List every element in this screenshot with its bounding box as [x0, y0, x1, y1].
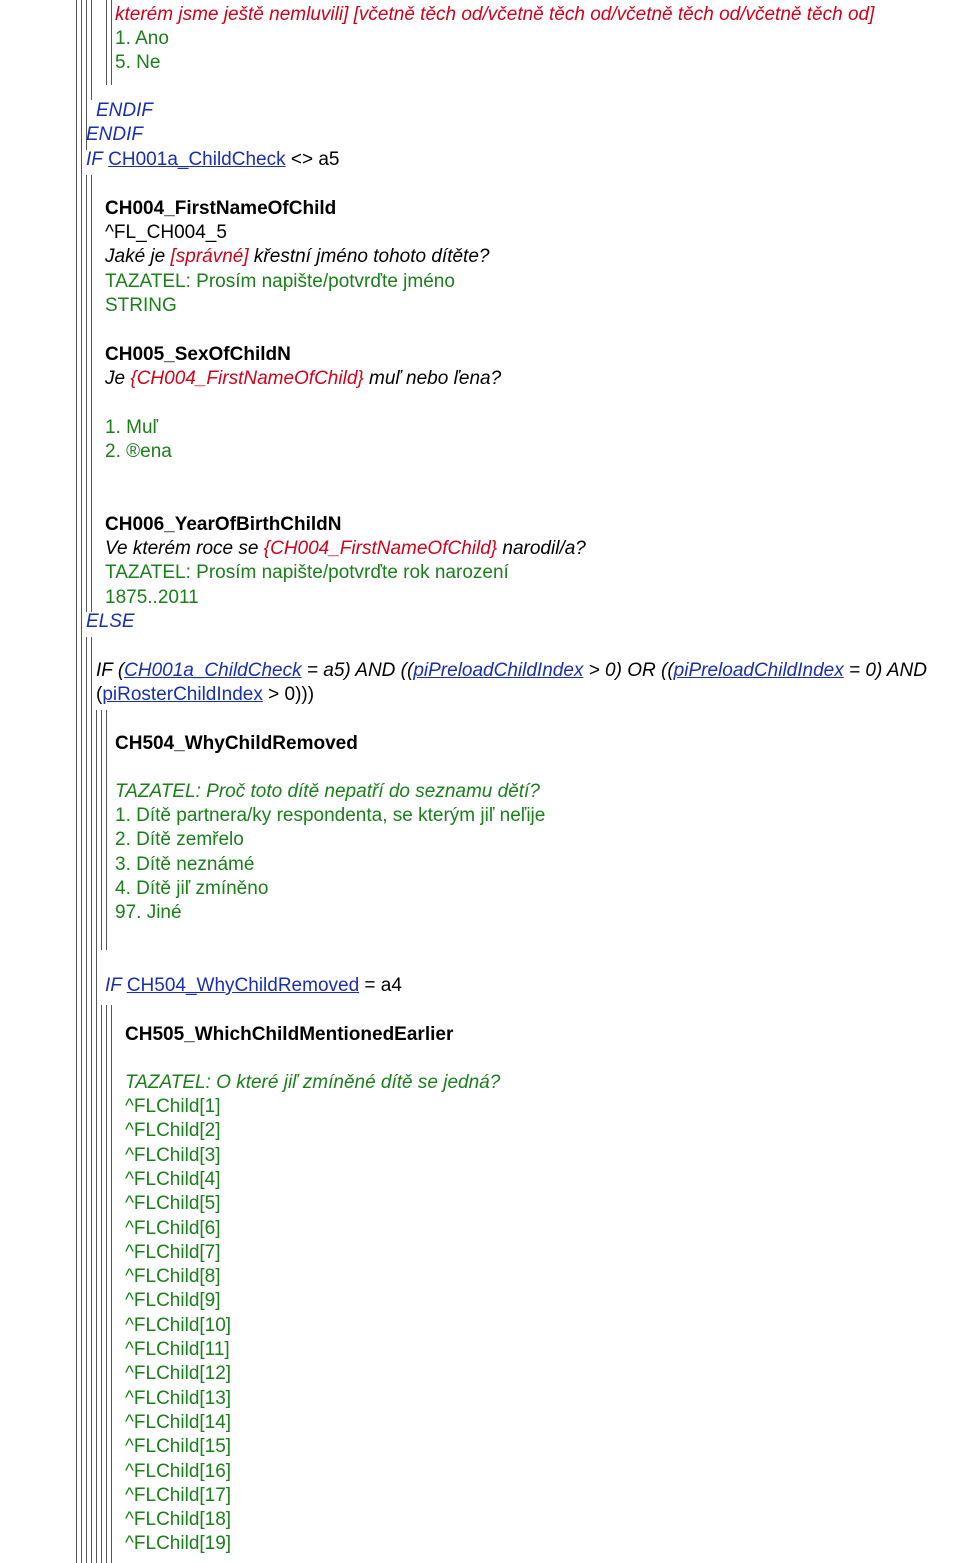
answer-option: ^FLChild[8] [125, 1266, 221, 1288]
question-name: CH004_FirstNameOfChild [105, 198, 337, 219]
answer-option: 5. Ne [115, 52, 161, 73]
answer-option: 2. Dítě zemřelo [115, 829, 244, 851]
answer-option: ^FLChild[2] [125, 1120, 221, 1142]
answer-option: 4. Dítě jiľ zmíněno [115, 877, 269, 899]
question-text: Jaké je [správné] křestní jméno tohoto d… [105, 246, 490, 267]
variable-link[interactable]: CH001a_ChildCheck [124, 660, 301, 681]
interviewer-instruction: TAZATEL: Prosím napište/potvrďte jméno [105, 271, 455, 292]
nesting-bar [86, 175, 87, 612]
condition-text: <> a5 [290, 149, 340, 170]
nesting-bar [91, 0, 92, 100]
answer-option: ^FLChild[14] [125, 1411, 232, 1433]
variable-link[interactable]: piRosterChildIndex [102, 684, 263, 705]
if-keyword: IF [105, 975, 127, 996]
nesting-bar [106, 0, 107, 85]
variable-link[interactable]: CH001a_ChildCheck [108, 149, 285, 170]
answer-option: ^FLChild[15] [125, 1436, 232, 1458]
nesting-bar [106, 710, 107, 950]
nesting-bar [91, 175, 92, 612]
answer-option: 3. Dítě neznámé [115, 853, 255, 875]
condition-text: = a4 [359, 975, 402, 996]
nesting-bar [91, 637, 92, 1563]
answer-option: ^FLChild[12] [125, 1363, 232, 1385]
nesting-bar [101, 710, 102, 950]
answer-option: ^FLChild[11] [125, 1339, 230, 1360]
answer-type: STRING [105, 295, 177, 316]
question-text: Ve kterém roce se {CH004_FirstNameOfChil… [105, 538, 586, 559]
if-keyword: IF [86, 149, 103, 170]
answer-option: ^FLChild[6] [125, 1217, 221, 1239]
nesting-bar [106, 1005, 107, 1563]
answer-range: 1875..2011 [105, 587, 199, 608]
answer-option: ^FLChild[3] [125, 1144, 221, 1166]
answer-option: 97. Jiné [115, 902, 182, 924]
nesting-bar [101, 1005, 102, 1563]
answer-option: ^FLChild[1] [125, 1096, 221, 1117]
question-name: CH006_YearOfBirthChildN [105, 514, 342, 535]
answer-option: ^FLChild[19] [125, 1533, 232, 1555]
answer-option: ^FLChild[9] [125, 1290, 221, 1312]
if-condition: IF CH001a_ChildCheck <> a5 [86, 149, 340, 171]
answer-option: ^FLChild[18] [125, 1509, 232, 1531]
variable-link[interactable]: piPreloadChildIndex [674, 660, 844, 681]
answer-option: 1. Ano [115, 28, 169, 49]
nesting-bar [111, 0, 112, 85]
nesting-bar [81, 0, 82, 1563]
answer-option: 1. Muľ [105, 417, 159, 438]
answer-option: ^FLChild[16] [125, 1460, 232, 1482]
question-name: CH005_SexOfChildN [105, 344, 291, 365]
variable-link[interactable]: CH504_WhyChildRemoved [127, 975, 359, 996]
endif-keyword: ENDIF [86, 124, 143, 145]
if-condition: IF CH504_WhyChildRemoved = a4 [105, 975, 402, 997]
nesting-bar [86, 637, 87, 1563]
answer-option: ^FLChild[4] [125, 1168, 221, 1190]
else-keyword: ELSE [86, 611, 135, 632]
interviewer-instruction: TAZATEL: Prosím napište/potvrďte rok nar… [105, 562, 509, 583]
question-text: Je {CH004_FirstNameOfChild} muľ nebo ľen… [105, 368, 502, 389]
if-condition-cont: (piRosterChildIndex > 0))) [96, 684, 315, 705]
interviewer-instruction: TAZATEL: Proč toto dítě nepatří do sezna… [115, 781, 540, 802]
answer-option: ^FLChild[13] [125, 1387, 232, 1409]
fill-text: ^FL_CH004_5 [105, 222, 227, 243]
answer-option: ^FLChild[10] [125, 1314, 232, 1336]
question-name: CH505_WhichChildMentionedEarlier [125, 1024, 454, 1045]
answer-option: ^FLChild[17] [125, 1484, 232, 1506]
interviewer-instruction: TAZATEL: O které jiľ zmíněné dítě se jed… [125, 1072, 501, 1093]
endif-keyword: ENDIF [96, 100, 153, 121]
nesting-bar [111, 1005, 112, 1563]
question-text-tail: kterém jsme ještě nemluvili] [včetně těc… [115, 4, 875, 25]
nesting-bar [76, 0, 77, 1563]
answer-option: 1. Dítě partnera/ky respondenta, se kter… [115, 805, 546, 826]
answer-option: ^FLChild[5] [125, 1193, 221, 1215]
variable-link[interactable]: piPreloadChildIndex [413, 660, 583, 681]
if-condition: IF (CH001a_ChildCheck = a5) AND ((piPrel… [96, 660, 927, 681]
nesting-bar [96, 710, 97, 1563]
answer-option: ^FLChild[7] [125, 1241, 221, 1263]
answer-option: 2. ®ena [105, 441, 172, 462]
question-name: CH504_WhyChildRemoved [115, 733, 358, 754]
